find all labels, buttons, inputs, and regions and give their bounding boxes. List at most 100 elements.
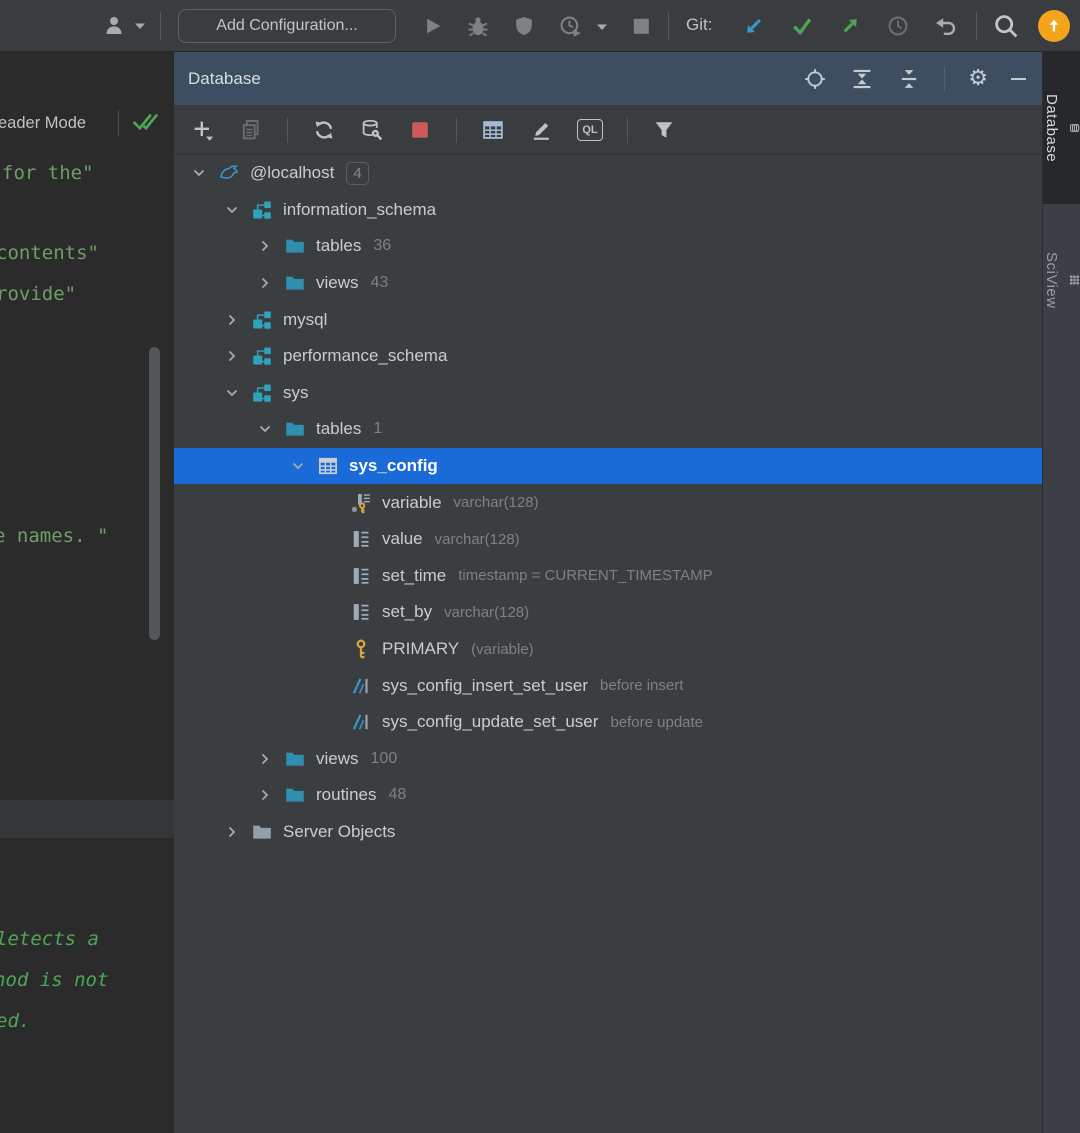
chevron-down-icon[interactable] (283, 456, 313, 476)
user-icon[interactable] (103, 14, 129, 38)
refresh-icon[interactable] (312, 118, 336, 142)
code-comment-line: ed. (0, 1010, 31, 1032)
data-view-icon[interactable] (481, 118, 505, 142)
trigger-icon (346, 675, 376, 697)
toolbar-separator (456, 116, 457, 143)
tree-row-information_schema[interactable]: information_schema (174, 192, 1042, 229)
git-rollback-icon[interactable] (933, 14, 957, 38)
update-available-icon[interactable] (1038, 10, 1070, 42)
double-check-icon[interactable] (130, 109, 162, 135)
chevron-right-icon[interactable] (250, 236, 280, 256)
tree-row-tables[interactable]: tables 1 (174, 411, 1042, 448)
tree-row-label: information_schema (283, 199, 437, 219)
tree-row-PRIMARY[interactable]: PRIMARY (variable) (174, 631, 1042, 668)
chevron-down-icon[interactable] (217, 383, 247, 403)
tree-row-@localhost[interactable]: @localhost 4 (174, 155, 1042, 192)
chevron-down-icon[interactable] (250, 419, 280, 439)
folder-icon (280, 418, 310, 440)
tree-row-count: 36 (373, 237, 392, 255)
git-update-icon[interactable] (742, 14, 766, 38)
coverage-icon[interactable] (512, 14, 536, 38)
database-icon (1069, 124, 1080, 132)
toolbar-separator (287, 116, 288, 143)
chevron-right-icon[interactable] (217, 822, 247, 842)
tree-row-performance_schema[interactable]: performance_schema (174, 338, 1042, 375)
stop-icon[interactable] (629, 14, 653, 38)
tree-row-sys_config_insert_set_user[interactable]: sys_config_insert_set_user before insert (174, 667, 1042, 704)
chevron-right-icon[interactable] (217, 310, 247, 330)
tree-row-label: @localhost (250, 163, 335, 183)
gear-icon[interactable]: ⚙ (968, 67, 988, 90)
chevron-right-icon[interactable] (250, 273, 280, 293)
tree-row-views[interactable]: views 43 (174, 265, 1042, 302)
tree-row-set_time[interactable]: set_time timestamp = CURRENT_TIMESTAMP (174, 558, 1042, 595)
profiler-icon[interactable] (558, 14, 582, 38)
chevron-down-icon[interactable] (184, 163, 214, 183)
add-icon[interactable] (191, 118, 215, 142)
chevron-right-icon[interactable] (250, 785, 280, 805)
copy-icon[interactable] (239, 118, 263, 142)
tree-row-label: variable (382, 492, 442, 512)
panel-title: Database (188, 68, 261, 88)
editor-divider-band (0, 800, 174, 838)
toolbar-separator (976, 12, 977, 40)
schema-icon (247, 345, 277, 367)
stop-process-icon[interactable] (408, 118, 432, 142)
column-icon (346, 565, 376, 587)
edit-icon[interactable] (529, 118, 553, 142)
datasource-properties-icon[interactable] (360, 118, 384, 142)
tree-row-sys_config_update_set_user[interactable]: sys_config_update_set_user before update (174, 704, 1042, 741)
tree-row-variable[interactable]: variable varchar(128) (174, 484, 1042, 521)
collapse-all-icon[interactable] (897, 67, 921, 91)
tree-row-Server-Objects[interactable]: Server Objects (174, 814, 1042, 851)
add-configuration-button[interactable]: Add Configuration... (178, 9, 396, 43)
code-line: for the" (2, 162, 94, 184)
git-history-icon[interactable] (886, 14, 910, 38)
tree-row-label: views (316, 273, 359, 293)
chevron-right-icon[interactable] (217, 346, 247, 366)
database-tool-window-header[interactable]: Database ⚙ (174, 52, 1042, 105)
stripe-tab-database[interactable]: Database (1043, 52, 1080, 204)
chevron-right-icon[interactable] (250, 749, 280, 769)
tree-row-tables[interactable]: tables 36 (174, 228, 1042, 265)
database-tree: @localhost 4 information_schema tables 3… (174, 155, 1042, 1133)
tree-row-set_by[interactable]: set_by varchar(128) (174, 594, 1042, 631)
tree-row-type: varchar(128) (434, 530, 520, 548)
tree-row-views[interactable]: views 100 (174, 741, 1042, 778)
tree-row-sys_config[interactable]: sys_config (174, 447, 1042, 485)
tree-row-type: before update (610, 713, 704, 731)
editor-scrollbar[interactable] (149, 347, 160, 640)
tree-row-count: 48 (388, 786, 407, 804)
run-icon[interactable] (420, 14, 444, 38)
stripe-tab-sciview[interactable]: SciView (1043, 224, 1080, 336)
tree-row-value[interactable]: value varchar(128) (174, 521, 1042, 558)
grid-icon (1070, 275, 1079, 285)
code-comment-line: letects a (0, 928, 99, 950)
expand-all-icon[interactable] (850, 67, 874, 91)
search-icon[interactable] (992, 12, 1020, 40)
profiler-dropdown-caret-icon[interactable] (596, 23, 608, 31)
tree-row-label: performance_schema (283, 346, 448, 366)
user-dropdown-caret-icon[interactable] (134, 22, 146, 30)
tree-row-label: set_time (382, 565, 447, 585)
hide-icon[interactable] (1011, 77, 1026, 80)
debug-icon[interactable] (466, 14, 490, 38)
ql-console-icon[interactable]: QL (577, 118, 603, 141)
tree-row-label: sys (283, 382, 309, 402)
folder-icon (280, 784, 310, 806)
tree-row-routines[interactable]: routines 48 (174, 777, 1042, 814)
git-commit-icon[interactable] (790, 14, 814, 38)
code-line: rovide" (0, 283, 77, 305)
locate-icon[interactable] (803, 67, 827, 91)
folder-icon (280, 748, 310, 770)
chevron-down-icon[interactable] (217, 200, 247, 220)
tool-window-stripe: Database SciView (1042, 52, 1080, 1133)
git-push-icon[interactable] (838, 14, 862, 38)
filter-icon[interactable] (652, 118, 676, 142)
tree-row-sys[interactable]: sys (174, 375, 1042, 412)
tree-row-label: tables (316, 236, 362, 256)
stripe-tab-label: SciView (1043, 251, 1060, 309)
tree-row-label: value (382, 529, 423, 549)
tree-row-mysql[interactable]: mysql (174, 301, 1042, 338)
column-icon (346, 528, 376, 550)
